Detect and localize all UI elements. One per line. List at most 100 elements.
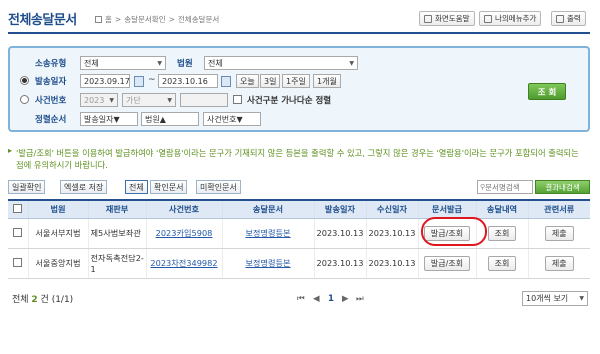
first-page-icon[interactable]: ⏮ — [297, 294, 305, 304]
type-select[interactable]: 전체 ▼ — [80, 56, 166, 70]
case-sort-label: 사건구분 가나다순 정렬 — [247, 96, 332, 106]
total-prefix: 전체 — [12, 295, 32, 305]
case-label: 사건번호 — [35, 96, 67, 106]
row-related-cell: 제출 — [527, 248, 590, 279]
row-document-cell: 보정명령등본 — [221, 248, 314, 279]
range-today-button[interactable]: 오늘 — [236, 74, 259, 88]
table-row: 서울중앙지법 전자독촉전담2-1 2023차전349982 보정명령등본 202… — [8, 248, 590, 279]
chevron-down-icon: ▼ — [167, 96, 172, 104]
chevron-down-icon: ▼ — [349, 59, 354, 67]
document-link[interactable]: 보정명령등본 — [245, 258, 290, 268]
table-header-row: 법원 재판부 사건번호 송달문서 발송일자 수신일자 문서발급 송달내역 관련서… — [8, 199, 590, 219]
print-button-label: 출력 — [567, 14, 581, 23]
history-view-button[interactable]: 조회 — [487, 225, 517, 241]
case-type-select[interactable]: 가단 ▼ — [122, 93, 176, 107]
order-select-1[interactable]: 발송일자▼ — [80, 112, 138, 126]
page-number[interactable]: 1 — [328, 294, 334, 304]
breadcrumb-home[interactable]: 홈 — [105, 14, 112, 25]
next-page-icon[interactable]: ▶ — [342, 294, 349, 304]
tab-confirmed[interactable]: 확인문서 — [150, 180, 188, 194]
date-label: 발송일자 — [35, 77, 67, 87]
calendar-icon[interactable] — [221, 76, 231, 87]
row-case-cell: 2023카입5908 — [145, 218, 222, 249]
order-select-3-value: 사건번호▼ — [207, 114, 243, 124]
col-received-date: 수신일자 — [365, 199, 418, 219]
issue-view-button[interactable]: 발급/조회 — [423, 255, 471, 271]
total-count: 전체 2 건 (1/1) — [12, 292, 73, 305]
header-select-all[interactable] — [8, 199, 28, 219]
row-received-date: 2023.10.13 — [365, 218, 418, 249]
select-all-checkbox[interactable] — [13, 203, 23, 213]
chevron-down-icon: ▼ — [579, 295, 584, 302]
search-button[interactable]: 조 회 — [528, 83, 566, 100]
help-button[interactable]: 화면도움말 — [419, 11, 475, 26]
row-division: 제5사법보좌관 — [87, 218, 146, 249]
title-divider — [8, 32, 590, 34]
bookmark-icon — [484, 14, 492, 23]
case-number-input[interactable] — [180, 93, 228, 107]
filter-search-button[interactable]: 결과내검색 — [535, 180, 590, 194]
row-select-cell — [8, 218, 28, 249]
order-select-2[interactable]: 법원▲ — [141, 112, 199, 126]
bulk-confirm-button[interactable]: 일괄확인 — [8, 180, 46, 194]
range-1month-button[interactable]: 1개월 — [313, 74, 341, 88]
document-link[interactable]: 보정명령등본 — [245, 228, 290, 238]
add-my-menu-label: 나의메뉴추가 — [495, 14, 537, 23]
help-icon — [424, 14, 432, 23]
row-sent-date: 2023.10.13 — [313, 248, 366, 279]
col-case-no: 사건번호 — [145, 199, 222, 219]
row-checkbox[interactable] — [13, 257, 23, 267]
date-tilde: ~ — [148, 75, 156, 85]
case-year-select[interactable]: 2023 ▼ — [80, 93, 118, 107]
submit-button[interactable]: 제출 — [544, 255, 574, 271]
case-type-value: 가단 — [126, 95, 141, 105]
date-radio[interactable] — [20, 76, 29, 85]
date-from-input[interactable]: 2023.09.17 — [80, 74, 130, 88]
row-case-cell: 2023차전349982 — [145, 248, 222, 279]
row-received-date: 2023.10.13 — [365, 248, 418, 279]
row-division: 전자독촉전담2-1 — [87, 248, 146, 279]
col-history: 송달내역 — [475, 199, 528, 219]
excel-save-button[interactable]: 엑셀로 저장 — [60, 180, 108, 194]
case-number-link[interactable]: 2023카입5908 — [156, 228, 213, 238]
row-checkbox[interactable] — [13, 227, 23, 237]
date-to-input[interactable]: 2023.10.16 — [158, 74, 218, 88]
calendar-icon[interactable] — [134, 76, 144, 87]
type-label: 소송유형 — [35, 59, 67, 69]
tab-all[interactable]: 전체 — [125, 180, 148, 194]
case-number-link[interactable]: 2023차전349982 — [150, 258, 217, 268]
history-view-button[interactable]: 조회 — [487, 255, 517, 271]
submit-button[interactable]: 제출 — [544, 225, 574, 241]
case-sort-checkbox[interactable] — [233, 95, 242, 104]
col-sent-date: 발송일자 — [313, 199, 366, 219]
order-select-3[interactable]: 사건번호▼ — [203, 112, 261, 126]
add-my-menu-button[interactable]: 나의메뉴추가 — [479, 11, 542, 26]
row-court: 서울서부지법 — [27, 218, 88, 249]
chevron-down-icon: ▼ — [109, 96, 114, 104]
row-history-cell: 조회 — [475, 248, 528, 279]
breadcrumb-current: 전체송달문서 — [177, 15, 220, 24]
last-page-icon[interactable]: ⏭ — [356, 294, 364, 304]
col-related: 관련서류 — [527, 199, 590, 219]
range-1week-button[interactable]: 1주일 — [282, 74, 310, 88]
case-radio[interactable] — [20, 95, 29, 104]
range-3day-button[interactable]: 3일 — [260, 74, 281, 88]
doc-search-input[interactable] — [485, 182, 530, 192]
row-issue-cell: 발급/조회 — [417, 248, 476, 279]
doc-search-field[interactable]: ⚲ — [477, 180, 533, 194]
col-document: 송달문서 — [221, 199, 314, 219]
table-row: 서울서부지법 제5사법보좌관 2023카입5908 보정명령등본 2023.10… — [8, 218, 590, 249]
court-select[interactable]: 전체 ▼ — [204, 56, 358, 70]
row-related-cell: 제출 — [527, 218, 590, 249]
prev-page-icon[interactable]: ◀ — [313, 294, 320, 304]
page-size-value: 10개씩 보기 — [526, 294, 569, 303]
tab-unconfirmed[interactable]: 미확인문서 — [196, 180, 241, 194]
notice-text: '발급/조회' 버튼을 이용하여 발급하여야 '열람용'이라는 문구가 기재되지… — [16, 148, 579, 170]
breadcrumb-confirm[interactable]: 송달문서확인 — [124, 14, 165, 25]
print-button[interactable]: 출력 — [551, 11, 586, 26]
page-title: 전체송달문서 — [8, 13, 77, 28]
page-size-select[interactable]: 10개씩 보기 ▼ — [522, 291, 588, 306]
col-court: 법원 — [27, 199, 88, 219]
total-suffix: 건 (1/1) — [37, 295, 74, 305]
row-select-cell — [8, 248, 28, 279]
